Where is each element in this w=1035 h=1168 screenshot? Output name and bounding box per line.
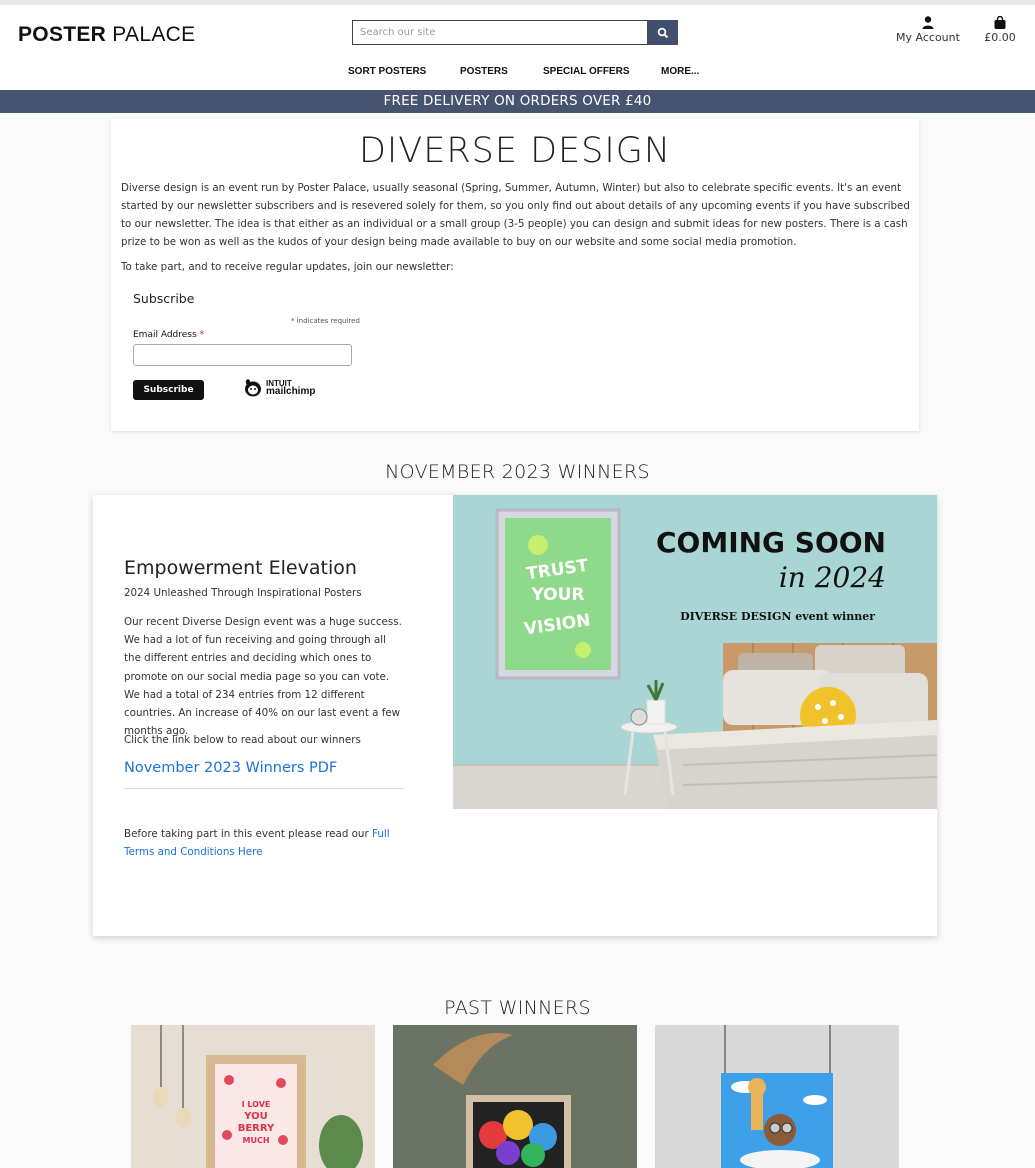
main-nav: SORT POSTERS POSTERS SPECIAL OFFERS MORE… (0, 66, 1035, 84)
divider (124, 788, 404, 789)
nav-more[interactable]: MORE... (661, 66, 699, 77)
winners-card: Empowerment Elevation 2024 Unleashed Thr… (93, 495, 937, 936)
nav-posters[interactable]: POSTERS (460, 66, 508, 77)
svg-text:BERRY: BERRY (238, 1123, 275, 1134)
delivery-banner: FREE DELIVERY ON ORDERS OVER £40 (0, 90, 1035, 113)
logo-rest-text: PALACE (112, 23, 196, 46)
coming-soon-image: TRUST YOUR VISION COMING SOON in 2024 DI… (453, 495, 937, 809)
search-form (352, 20, 678, 45)
diverse-design-card: DIVERSE DESIGN Diverse design is an even… (111, 119, 919, 431)
terms-text: Before taking part in this event please … (124, 825, 394, 861)
search-input[interactable] (352, 20, 647, 45)
past-winner-card-2[interactable] (393, 1025, 637, 1168)
subscribe-button[interactable]: Subscribe (133, 380, 204, 400)
search-icon (657, 27, 668, 38)
past-winner-image-2 (393, 1025, 637, 1168)
past-winners-heading: PAST WINNERS (444, 997, 591, 1019)
svg-text:COMING SOON: COMING SOON (656, 526, 886, 559)
email-required-star: * (199, 330, 205, 340)
past-winner-image-3 (655, 1025, 899, 1168)
required-star: * (291, 317, 295, 325)
past-winner-image-1: I LOVE YOU BERRY MUCH (131, 1025, 375, 1168)
mailchimp-icon (245, 379, 261, 397)
past-winner-card-3[interactable] (655, 1025, 899, 1168)
svg-text:YOU: YOU (243, 1111, 268, 1122)
nav-sort-posters[interactable]: SORT POSTERS (348, 66, 426, 77)
bag-total: £0.00 (984, 31, 1016, 44)
winners-heading: NOVEMBER 2023 WINNERS (385, 461, 650, 483)
required-note-text: indicates required (296, 317, 360, 325)
winner-click-text: Click the link below to read about our w… (124, 734, 361, 746)
search-button[interactable] (647, 20, 678, 45)
svg-text:DIVERSE DESIGN event winner: DIVERSE DESIGN event winner (680, 610, 875, 623)
mailchimp-bottom-text: mailchimp (266, 386, 316, 397)
subscribe-heading: Subscribe (133, 291, 195, 306)
my-account-link[interactable]: My Account (893, 16, 963, 44)
page-title: DIVERSE DESIGN (358, 131, 671, 171)
shopping-bag-link[interactable]: £0.00 (980, 16, 1020, 44)
winner-subtitle: 2024 Unleashed Through Inspirational Pos… (124, 587, 362, 599)
intro-paragraph: Diverse design is an event run by Poster… (121, 182, 910, 248)
required-note: * indicates required (291, 317, 360, 325)
email-label: Email Address * (133, 330, 204, 340)
mailchimp-wordmark: INTUIT mailchimp (266, 380, 316, 397)
join-text: To take part, and to receive regular upd… (121, 261, 454, 273)
winner-title: Empowerment Elevation (124, 557, 357, 579)
svg-text:I LOVE: I LOVE (242, 1100, 271, 1109)
site-header: POSTER PALACE My Account £0.00 SORT POST… (0, 0, 1035, 90)
site-logo[interactable]: POSTER PALACE (18, 23, 195, 47)
terms-prefix: Before taking part in this event please … (124, 828, 369, 840)
svg-text:in 2024: in 2024 (779, 561, 886, 594)
email-field[interactable] (133, 344, 352, 366)
mailchimp-logo[interactable]: INTUIT mailchimp (243, 378, 315, 398)
winner-body: Our recent Diverse Design event was a hu… (124, 616, 402, 738)
logo-bold-text: POSTER (18, 23, 107, 46)
coming-soon-illustration: TRUST YOUR VISION COMING SOON in 2024 DI… (453, 495, 937, 809)
svg-text:YOUR: YOUR (530, 585, 584, 605)
account-label: My Account (896, 31, 960, 44)
svg-text:MUCH: MUCH (242, 1136, 269, 1145)
winners-pdf-link[interactable]: November 2023 Winners PDF (124, 760, 337, 776)
nav-special-offers[interactable]: SPECIAL OFFERS (543, 66, 630, 77)
shopping-bag-icon (994, 16, 1006, 29)
user-icon (922, 16, 934, 29)
email-label-text: Email Address (133, 330, 197, 340)
past-winner-card-1[interactable]: I LOVE YOU BERRY MUCH (131, 1025, 375, 1168)
